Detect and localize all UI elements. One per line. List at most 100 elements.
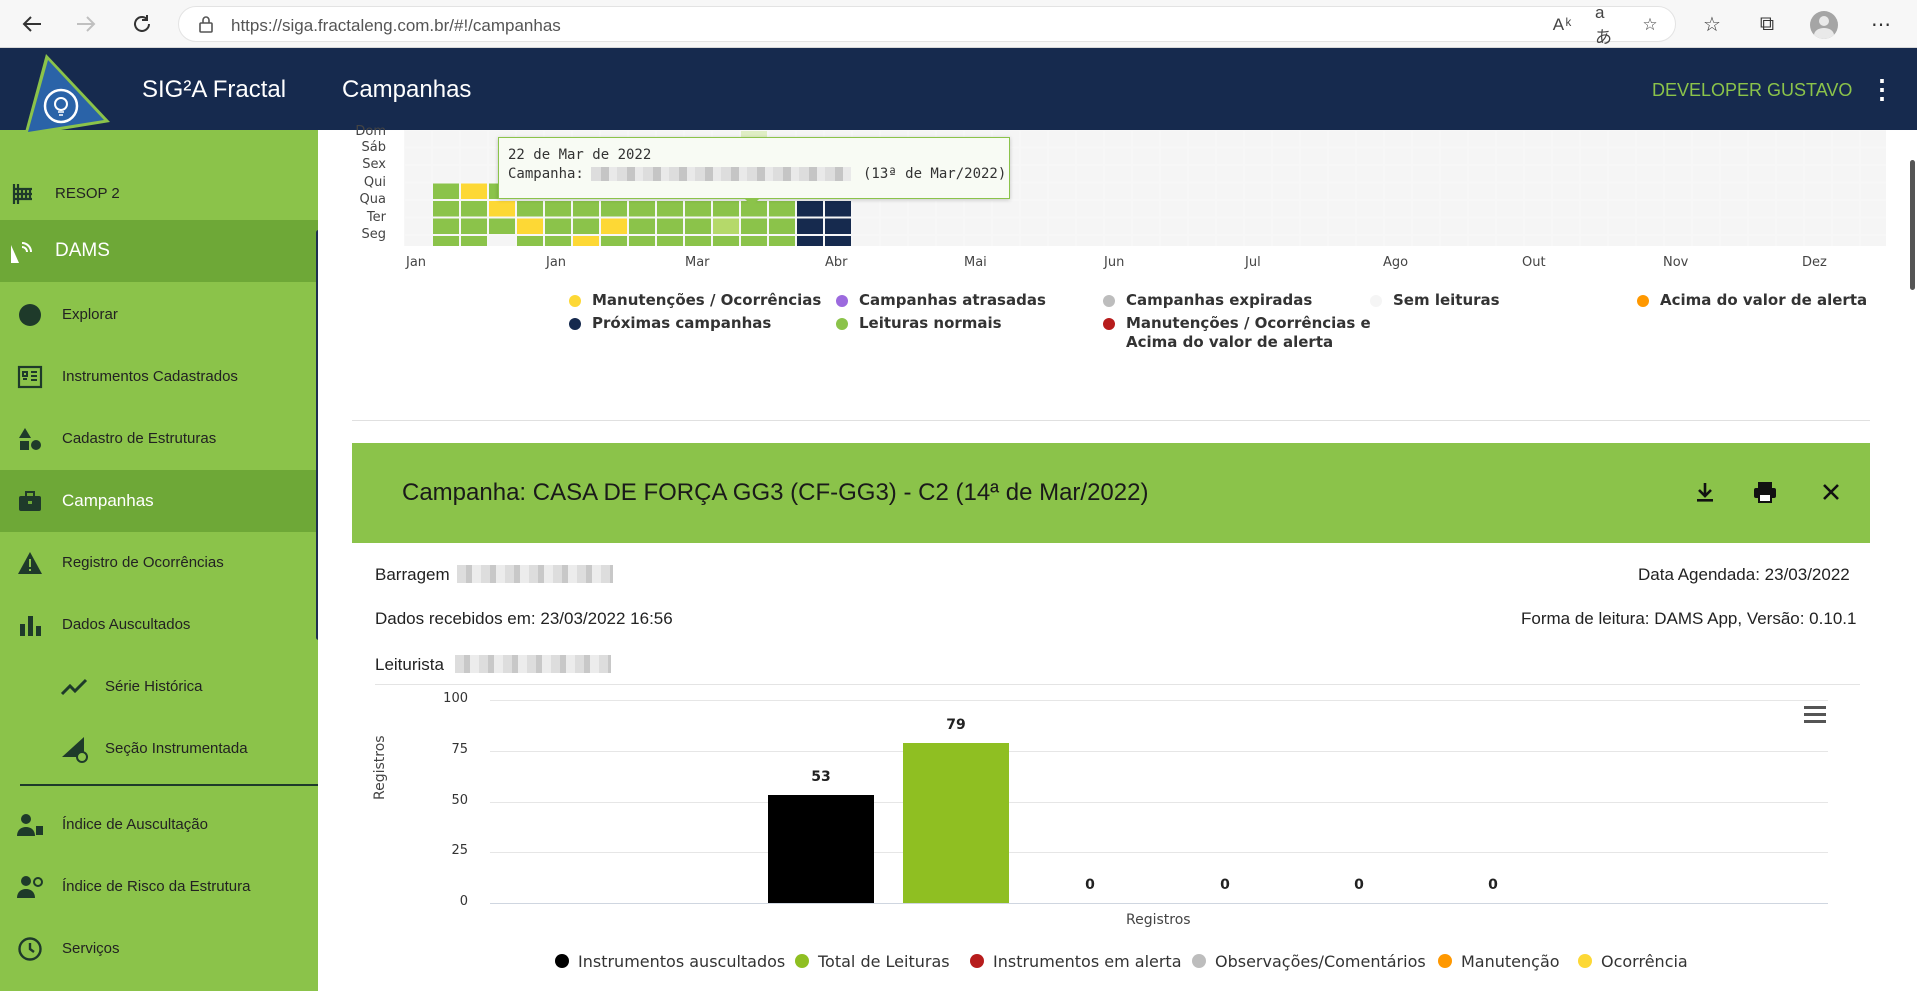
- sidebar-item-label: Dados Auscultados: [62, 616, 191, 633]
- heatmap-cell: [1749, 218, 1775, 234]
- transmission-tower-icon: [10, 180, 38, 208]
- heatmap-cell: [1833, 183, 1859, 199]
- heatmap-cell: [1021, 236, 1047, 246]
- collections-icon[interactable]: ⧉: [1752, 9, 1782, 39]
- browser-toolbar: https://siga.fractaleng.com.br/#!/campan…: [0, 0, 1917, 48]
- heatmap-cell: [1385, 166, 1411, 182]
- heatmap-cell: [1777, 148, 1803, 164]
- heatmap-cell: [573, 236, 599, 246]
- sidebar-item-ocorrencias[interactable]: Registro de Ocorrências: [0, 532, 318, 594]
- heatmap-cell: [1497, 183, 1523, 199]
- legend-item[interactable]: Instrumentos em alerta: [993, 952, 1182, 971]
- legend-item[interactable]: Manutenções / Ocorrências: [592, 291, 821, 309]
- heatmap-cell: [1833, 131, 1859, 147]
- translate-icon[interactable]: aあ: [1595, 3, 1617, 47]
- sidebar-item-resop2[interactable]: RESOP 2: [0, 170, 318, 218]
- heatmap-cell: [825, 236, 851, 246]
- address-bar[interactable]: https://siga.fractaleng.com.br/#!/campan…: [178, 3, 1676, 47]
- sidebar-item-indice-auscultacao[interactable]: Índice de Auscultação: [0, 794, 318, 856]
- sidebar-item-servicos[interactable]: Serviços: [0, 918, 318, 980]
- heatmap-cell: [1161, 218, 1187, 234]
- legend-item[interactable]: Campanhas expiradas: [1126, 291, 1312, 309]
- legend-item[interactable]: Campanhas atrasadas: [859, 291, 1046, 309]
- heatmap-cell: [909, 201, 935, 217]
- legend-item[interactable]: Sem leituras: [1393, 291, 1500, 309]
- add-favorite-icon[interactable]: ☆: [1639, 14, 1661, 36]
- heatmap-cell: [909, 236, 935, 246]
- sidebar-item-estruturas[interactable]: Cadastro de Estruturas: [0, 408, 318, 470]
- legend-item[interactable]: Manutenções / Ocorrências e: [1126, 314, 1371, 332]
- sidebar-item-campanhas[interactable]: Campanhas: [0, 470, 318, 532]
- heatmap-cell: [1833, 148, 1859, 164]
- print-icon[interactable]: [1748, 475, 1782, 509]
- legend-item[interactable]: Ocorrência: [1601, 952, 1688, 971]
- heatmap-cell: [1693, 201, 1719, 217]
- heatmap-cell: [685, 218, 711, 234]
- reload-icon[interactable]: [122, 4, 162, 44]
- legend-item[interactable]: Manutenção: [1461, 952, 1560, 971]
- heatmap-cell: [489, 201, 515, 217]
- legend-item[interactable]: Total de Leituras: [818, 952, 950, 971]
- sidebar-item-explorar[interactable]: Explorar: [0, 284, 318, 346]
- heatmap-cell: [1469, 183, 1495, 199]
- sidebar-item-secao-instrumentada[interactable]: Seção Instrumentada: [0, 718, 318, 780]
- user-menu[interactable]: DEVELOPER GUSTAVO: [1652, 80, 1852, 101]
- sidebar-item-dados-auscultados[interactable]: Dados Auscultados: [0, 594, 318, 656]
- tooltip-date: 22 de Mar de 2022: [508, 147, 652, 163]
- heatmap-cell: [1161, 166, 1187, 182]
- chart-menu-icon[interactable]: [1804, 704, 1828, 726]
- favorites-icon[interactable]: ☆: [1697, 9, 1727, 39]
- heatmap-cell: [1021, 148, 1047, 164]
- chart-data-label: 0: [1488, 877, 1498, 893]
- heatmap-cell: [1021, 183, 1047, 199]
- legend-item[interactable]: Leituras normais: [859, 314, 1002, 332]
- chart-bar[interactable]: [768, 795, 874, 903]
- close-icon[interactable]: [1814, 475, 1848, 509]
- heatmap-cell: [1469, 148, 1495, 164]
- url-text[interactable]: https://siga.fractaleng.com.br/#!/campan…: [231, 16, 561, 36]
- forward-arrow-icon[interactable]: [66, 4, 106, 44]
- heatmap-cell: [461, 236, 487, 246]
- more-options-icon[interactable]: ⋯: [1866, 9, 1896, 39]
- heatmap-cell: [1777, 218, 1803, 234]
- heatmap-cell: [993, 218, 1019, 234]
- tooltip-campaign-label: Campanha:: [508, 166, 584, 182]
- sidebar-item-indice-risco[interactable]: Índice de Risco da Estrutura: [0, 856, 318, 918]
- legend-item[interactable]: Próximas campanhas: [592, 314, 771, 332]
- download-icon[interactable]: [1688, 475, 1722, 509]
- heatmap-cell: [1385, 183, 1411, 199]
- chart-y-tick-label: 75: [451, 741, 468, 757]
- chart-y-tick-label: 50: [451, 792, 468, 808]
- heatmap-cell: [937, 218, 963, 234]
- heatmap-cell: [1721, 166, 1747, 182]
- legend-item[interactable]: Acima do valor de alerta: [1660, 291, 1867, 309]
- heatmap-cell: [601, 201, 627, 217]
- heatmap-cell: [1329, 218, 1355, 234]
- kebab-menu-icon[interactable]: ⋮: [1869, 74, 1895, 104]
- chart-y-axis-label: Registros: [372, 735, 388, 800]
- heatmap-cell: [1357, 148, 1383, 164]
- heatmap-cell: [1609, 148, 1635, 164]
- sidebar-item-dams[interactable]: DAMS: [0, 220, 318, 282]
- heatmap-cell: [1077, 183, 1103, 199]
- heatmap-cell: [1385, 218, 1411, 234]
- heatmap-cell: [1777, 201, 1803, 217]
- heatmap-cell: [965, 218, 991, 234]
- legend-dot: [1578, 954, 1592, 968]
- heatmap-month-label: Dez: [1802, 255, 1827, 270]
- main-scrollbar[interactable]: [1910, 160, 1915, 290]
- heatmap-cell: [1469, 166, 1495, 182]
- heatmap-cell: [1105, 183, 1131, 199]
- sidebar-item-instrumentos[interactable]: Instrumentos Cadastrados: [0, 346, 318, 408]
- profile-avatar[interactable]: [1810, 11, 1838, 39]
- heatmap-cell: [1665, 166, 1691, 182]
- read-aloud-icon[interactable]: A ᵏ: [1551, 14, 1573, 36]
- back-arrow-icon[interactable]: [12, 4, 52, 44]
- sidebar-item-serie-historica[interactable]: Série Histórica: [0, 656, 318, 718]
- heatmap-cell: [1133, 183, 1159, 199]
- chart-bar[interactable]: [903, 742, 1009, 903]
- app-logo[interactable]: [18, 52, 118, 140]
- legend-item[interactable]: Instrumentos auscultados: [578, 952, 785, 971]
- legend-item[interactable]: Observações/Comentários: [1215, 952, 1426, 971]
- heatmap-cell: [1133, 218, 1159, 234]
